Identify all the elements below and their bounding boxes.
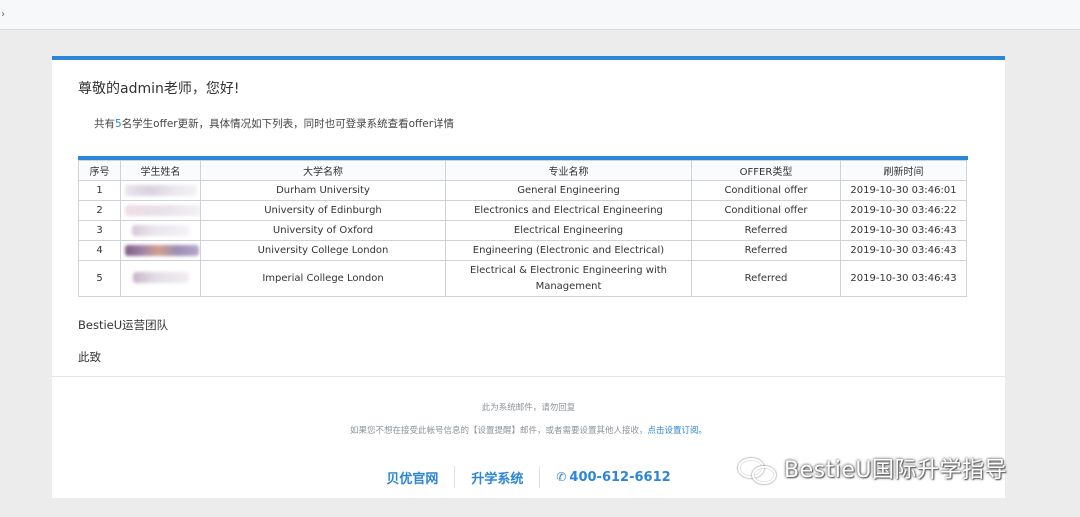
subscription-notice-text: 如果您不想在接受此帐号信息的【设置提醒】邮件，或者需要设置其他人接收，: [349, 426, 648, 436]
header-refresh-time: 刷新时间: [840, 160, 967, 181]
offer-table: 序号 学生姓名 大学名称 专业名称 OFFER类型 刷新时间 1 Durham …: [78, 160, 967, 297]
cell-index: 4: [78, 240, 121, 261]
cell-major: General Engineering: [445, 180, 692, 201]
header-university: 大学名称: [200, 160, 446, 181]
cell-refresh-time: 2019-10-30 03:46:43: [840, 260, 967, 297]
table-row: 3 University of Oxford Electrical Engine…: [78, 220, 967, 241]
system-mail-notice: 此为系统邮件，请勿回复: [481, 403, 576, 413]
phone-icon: ✆: [556, 469, 567, 484]
cell-offer-type: Referred: [691, 260, 841, 297]
email-card: 尊敬的admin老师，您好! 共有5名学生offer更新，具体情况如下列表，同时…: [52, 56, 1005, 498]
table-row: 2 University of Edinburgh Electronics an…: [78, 200, 967, 221]
watermark: BestieU国际升学指导: [738, 452, 1007, 486]
toolbar-caret[interactable]: ›: [0, 9, 6, 20]
cell-student-name-redacted: [120, 200, 201, 221]
email-summary: 共有5名学生offer更新，具体情况如下列表，同时也可登录系统查看offer详情: [94, 116, 454, 131]
header-student-name: 学生姓名: [120, 160, 201, 181]
cell-offer-type: Conditional offer: [691, 180, 841, 201]
offer-table-frame: 序号 学生姓名 大学名称 专业名称 OFFER类型 刷新时间 1 Durham …: [78, 156, 968, 297]
cell-major: Electrical & Electronic Engineering with…: [445, 260, 692, 297]
cell-offer-type: Conditional offer: [691, 200, 841, 221]
cell-university: Durham University: [200, 180, 446, 201]
table-header-row: 序号 学生姓名 大学名称 专业名称 OFFER类型 刷新时间: [78, 160, 967, 181]
subscription-settings-link[interactable]: 点击设置订阅。: [648, 426, 708, 436]
footer-divider: [52, 376, 1005, 377]
official-site-link[interactable]: 贝优官网: [370, 468, 454, 487]
redacted-name-blur: [125, 244, 199, 256]
wechat-icon: [738, 456, 778, 486]
cell-refresh-time: 2019-10-30 03:46:43: [840, 240, 967, 261]
summary-suffix: 名学生offer更新，具体情况如下列表，同时也可登录系统查看offer详情: [121, 118, 455, 130]
team-signature: BestieU运营团队: [78, 318, 169, 332]
cell-major: Engineering (Electronic and Electrical): [445, 240, 692, 261]
phone-link[interactable]: ✆ 400-612-6612: [540, 470, 686, 485]
cell-student-name-redacted: [120, 180, 201, 201]
cell-university: University of Edinburgh: [200, 200, 446, 221]
cell-index: 3: [78, 220, 121, 241]
table-row: 5 Imperial College London Electrical & E…: [78, 260, 967, 297]
table-row: 4 University College London Engineering …: [78, 240, 967, 261]
admission-system-link[interactable]: 升学系统: [455, 468, 539, 487]
cell-student-name-redacted: [120, 260, 201, 297]
cell-index: 2: [78, 200, 121, 221]
redacted-name-blur: [125, 184, 197, 196]
header-offer-type: OFFER类型: [691, 160, 841, 181]
summary-prefix: 共有: [94, 118, 115, 130]
cell-offer-type: Referred: [691, 240, 841, 261]
subscription-notice: 如果您不想在接受此帐号信息的【设置提醒】邮件，或者需要设置其他人接收，点击设置订…: [52, 424, 1005, 436]
summary-count: 5: [115, 118, 122, 130]
redacted-name-blur: [125, 204, 200, 216]
cell-university: Imperial College London: [200, 260, 446, 297]
header-major: 专业名称: [445, 160, 692, 181]
watermark-text: BestieU国际升学指导: [784, 458, 1007, 483]
cell-index: 1: [78, 180, 121, 201]
cell-index: 5: [78, 260, 121, 297]
cell-refresh-time: 2019-10-30 03:46:22: [840, 200, 967, 221]
cell-major: Electronics and Electrical Engineering: [445, 200, 692, 221]
cell-student-name-redacted: [120, 220, 201, 241]
phone-number: 400-612-6612: [569, 469, 671, 485]
cell-university: University of Oxford: [200, 220, 446, 241]
table-row: 1 Durham University General Engineering …: [78, 180, 967, 201]
redacted-name-blur: [131, 224, 190, 236]
cell-major: Electrical Engineering: [445, 220, 692, 241]
header-index: 序号: [78, 160, 121, 181]
email-greeting: 尊敬的admin老师，您好!: [78, 81, 240, 97]
closing-regards: 此致: [78, 350, 101, 364]
cell-offer-type: Referred: [691, 220, 841, 241]
cell-student-name-redacted: [120, 240, 201, 261]
cell-refresh-time: 2019-10-30 03:46:01: [840, 180, 967, 201]
cell-refresh-time: 2019-10-30 03:46:43: [840, 220, 967, 241]
browser-toolbar: ›: [0, 0, 1080, 30]
redacted-name-blur: [132, 272, 189, 283]
cell-university: University College London: [200, 240, 446, 261]
